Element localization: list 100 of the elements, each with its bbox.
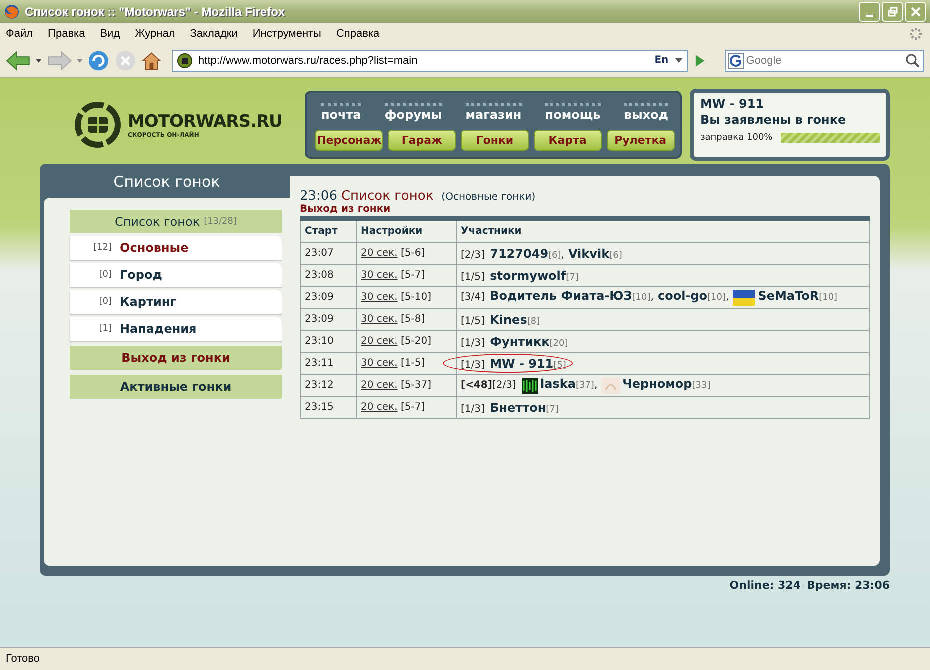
player-level: [37] — [576, 381, 594, 392]
nav-button[interactable]: Персонаж — [315, 130, 384, 151]
list-header-title: Список гонок — [114, 214, 200, 228]
timeout-link[interactable]: 20 сек. — [361, 248, 398, 259]
level-range: [1-5] — [400, 358, 426, 369]
menu-item[interactable]: Журнал — [135, 28, 176, 40]
reload-icon[interactable] — [88, 50, 110, 72]
player-link[interactable]: Бнеттон — [490, 400, 546, 414]
category-link[interactable]: Основные — [120, 241, 189, 255]
restore-button[interactable] — [882, 2, 903, 22]
sidebar-button[interactable]: Выход из гонки — [70, 346, 282, 370]
level-range: [5-20] — [400, 336, 432, 347]
player-level: [33] — [692, 381, 711, 392]
player-link[interactable]: cool-go — [658, 289, 708, 304]
start-time-cell: 23:12 — [300, 374, 356, 396]
nav-button[interactable]: Карта — [534, 130, 602, 151]
player-link[interactable]: 7127049 — [490, 246, 549, 260]
slot-count: [1/5] — [461, 316, 485, 326]
category-link[interactable]: Нападения — [120, 322, 197, 336]
player-level: [10] — [708, 293, 726, 304]
player-level: [10] — [632, 293, 651, 304]
wheel-logo-icon — [74, 101, 122, 149]
nav-link[interactable]: выход — [624, 103, 668, 122]
menu-item[interactable]: Закладки — [190, 28, 238, 40]
timeout-link[interactable]: 20 сек. — [361, 380, 398, 391]
menu-item[interactable]: Файл — [6, 28, 34, 40]
menu-item[interactable]: Справка — [336, 28, 380, 40]
player-link[interactable]: stormywolf — [490, 268, 566, 282]
player-link[interactable]: Черномор — [622, 377, 692, 392]
category-link[interactable]: Картинг — [120, 295, 176, 309]
player-level: [6] — [548, 250, 562, 260]
menu-item[interactable]: Правка — [48, 28, 86, 40]
window-title: Список гонок :: "Motorwars" - Mozilla Firefox — [25, 4, 286, 18]
timeout-link[interactable]: 20 сек. — [361, 336, 398, 347]
nav-link[interactable]: помощь — [545, 103, 601, 122]
category-count: [0] — [98, 270, 112, 280]
search-engine-icon[interactable] — [728, 52, 744, 68]
close-button[interactable] — [905, 2, 926, 22]
minimize-icon — [866, 14, 873, 16]
site-favicon-icon — [176, 52, 193, 68]
activity-throbber-icon — [908, 26, 924, 42]
minimize-button[interactable] — [859, 2, 880, 22]
player-level: [7] — [566, 272, 579, 282]
timeout-link[interactable]: 30 сек. — [361, 270, 398, 281]
player-emblem-icon — [522, 378, 538, 394]
slot-count: [1/3] — [461, 404, 485, 414]
page-title: Список гонок — [341, 189, 434, 204]
category-count: [1] — [98, 324, 112, 334]
status-text: Готово — [6, 653, 40, 665]
timeout-link[interactable]: 30 сек. — [361, 314, 398, 325]
player-link[interactable]: MW - 911 — [490, 356, 554, 370]
search-icon[interactable] — [905, 52, 921, 68]
start-time-cell: 23:08 — [300, 264, 356, 286]
column-header: Старт — [300, 218, 356, 242]
slot-count: [1/3] — [461, 360, 485, 370]
player-link[interactable]: laska — [540, 377, 576, 392]
home-icon[interactable] — [141, 50, 163, 72]
player-emblem-icon — [602, 378, 620, 394]
player-link[interactable]: Vikvik — [568, 246, 610, 260]
leave-race-link[interactable]: Выход из гонки — [300, 204, 870, 215]
timeout-link[interactable]: 30 сек. — [361, 292, 398, 303]
back-arrow-icon[interactable] — [6, 50, 32, 70]
category-link[interactable]: Город — [120, 268, 162, 282]
start-time-cell: 23:10 — [300, 330, 356, 352]
slot-count: [<48][2/3] — [461, 380, 516, 392]
menu-item[interactable]: Вид — [100, 28, 120, 40]
column-header: Участники — [456, 218, 870, 242]
player-link[interactable]: Водитель Фиата-ЮЗ — [490, 289, 632, 304]
language-indicator: En — [654, 55, 669, 66]
column-header: Настройки — [356, 218, 456, 242]
start-time-cell: 23:09 — [300, 308, 356, 330]
fuel-label: заправка 100% — [700, 133, 773, 143]
player-link[interactable]: Фунтикк — [490, 334, 550, 348]
separator: , — [650, 292, 654, 304]
forward-arrow-icon[interactable] — [47, 50, 72, 70]
menu-item[interactable]: Инструменты — [252, 28, 322, 40]
nav-link[interactable]: форумы — [384, 103, 442, 122]
player-link[interactable]: SeMaToR — [758, 289, 820, 304]
slot-count: [1/3] — [461, 338, 485, 348]
sidebar-button[interactable]: Активные гонки — [70, 375, 282, 399]
timeout-link[interactable]: 30 сек. — [361, 358, 398, 369]
nav-link[interactable]: магазин — [466, 103, 522, 122]
separator: , — [594, 380, 598, 392]
user-name: MW - 911 — [700, 97, 766, 111]
timeout-link[interactable]: 20 сек. — [361, 402, 398, 413]
panel-title: Список гонок — [112, 172, 222, 193]
player-link[interactable]: Kines — [490, 312, 528, 326]
address-field[interactable]: http://www.motorwars.ru/races.php?list=main En — [172, 50, 688, 72]
level-range: [5-10] — [400, 292, 432, 303]
nav-link[interactable]: почта — [321, 103, 362, 122]
level-range: [5-6] — [400, 248, 426, 259]
nav-button[interactable]: Рулетка — [606, 130, 674, 151]
start-time-cell: 23:15 — [300, 396, 356, 418]
search-box[interactable]: Google — [725, 50, 924, 72]
dropdown-caret-icon[interactable] — [36, 58, 42, 62]
nav-button[interactable]: Гараж — [388, 130, 456, 151]
dropdown-caret-icon[interactable] — [674, 58, 683, 63]
slot-count: [2/3] — [461, 250, 485, 260]
nav-button[interactable]: Гонки — [461, 130, 529, 151]
player-level: [10] — [819, 293, 838, 304]
